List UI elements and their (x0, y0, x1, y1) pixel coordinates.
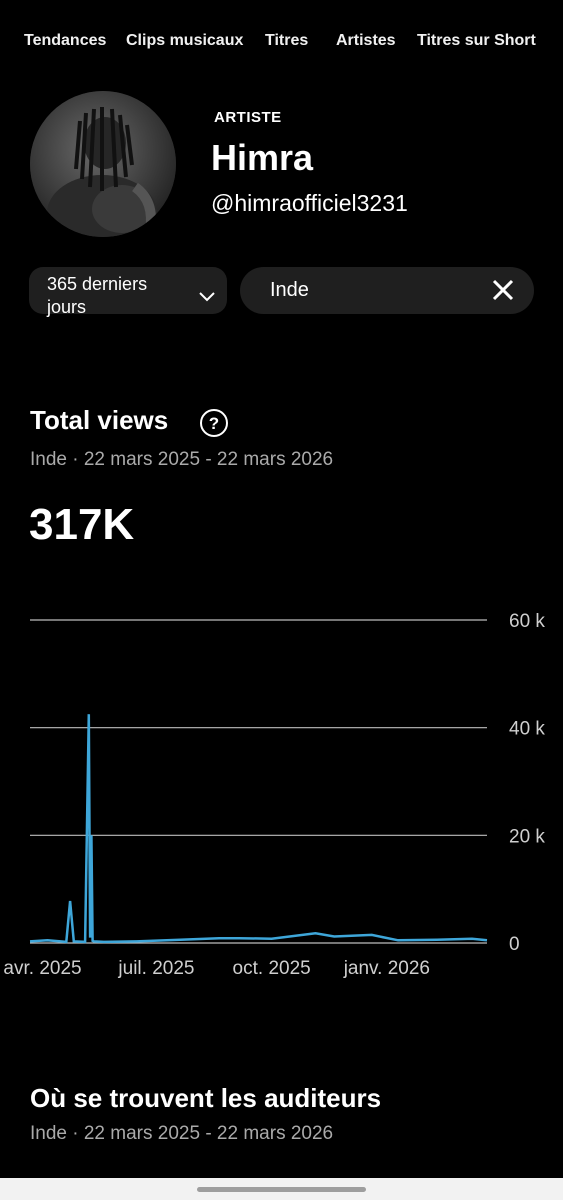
help-icon[interactable]: ? (199, 408, 229, 443)
chevron-down-icon (199, 285, 215, 308)
listeners-subtitle: Inde · 22 mars 2025 - 22 mars 2026 (30, 1123, 334, 1144)
listeners-title: Où se trouvent les auditeurs (30, 1083, 382, 1113)
x-tick-label: juil. 2025 (117, 958, 194, 979)
home-indicator[interactable] (197, 1187, 366, 1192)
total-views-subtitle: Inde · 22 mars 2025 - 22 mars 2026 (30, 449, 334, 470)
y-tick-label: 20 k (509, 826, 545, 847)
category-tabs: Tendances Clips musicaux Titres Artistes… (0, 22, 563, 62)
system-navigation-bar (0, 1178, 563, 1200)
artist-avatar (30, 91, 176, 237)
x-tick-label: oct. 2025 (233, 958, 311, 979)
period-dropdown[interactable]: 365 derniers jours (29, 267, 227, 317)
svg-text:?: ? (209, 414, 219, 433)
x-tick-label: avr. 2025 (3, 958, 81, 979)
total-views-title: Total views (30, 405, 169, 435)
tab-tendances[interactable]: Tendances (24, 32, 106, 50)
views-chart: 0 20 k 40 k 60 k avr. 2025 juil. 2025 oct. 20… (3, 611, 545, 979)
tab-clips-musicaux[interactable]: Clips musicaux (126, 32, 243, 50)
country-filter-chip[interactable]: Inde (240, 267, 534, 314)
x-tick-label: janv. 2026 (343, 958, 430, 979)
y-tick-label: 40 k (509, 719, 545, 740)
artist-type-label: ARTISTE (214, 109, 282, 126)
total-views-value: 317K (29, 500, 135, 549)
close-icon[interactable] (492, 279, 514, 307)
tab-titres[interactable]: Titres (265, 32, 308, 50)
tab-artistes[interactable]: Artistes (336, 32, 396, 50)
country-filter-label: Inde (270, 279, 309, 301)
artist-handle: @himraofficiel3231 (211, 190, 408, 216)
artist-name: Himra (211, 137, 314, 178)
views-line (29, 714, 488, 944)
tab-titres-sur-short[interactable]: Titres sur Short (417, 32, 536, 50)
y-tick-label: 60 k (509, 611, 545, 632)
y-tick-label: 0 (509, 934, 520, 955)
